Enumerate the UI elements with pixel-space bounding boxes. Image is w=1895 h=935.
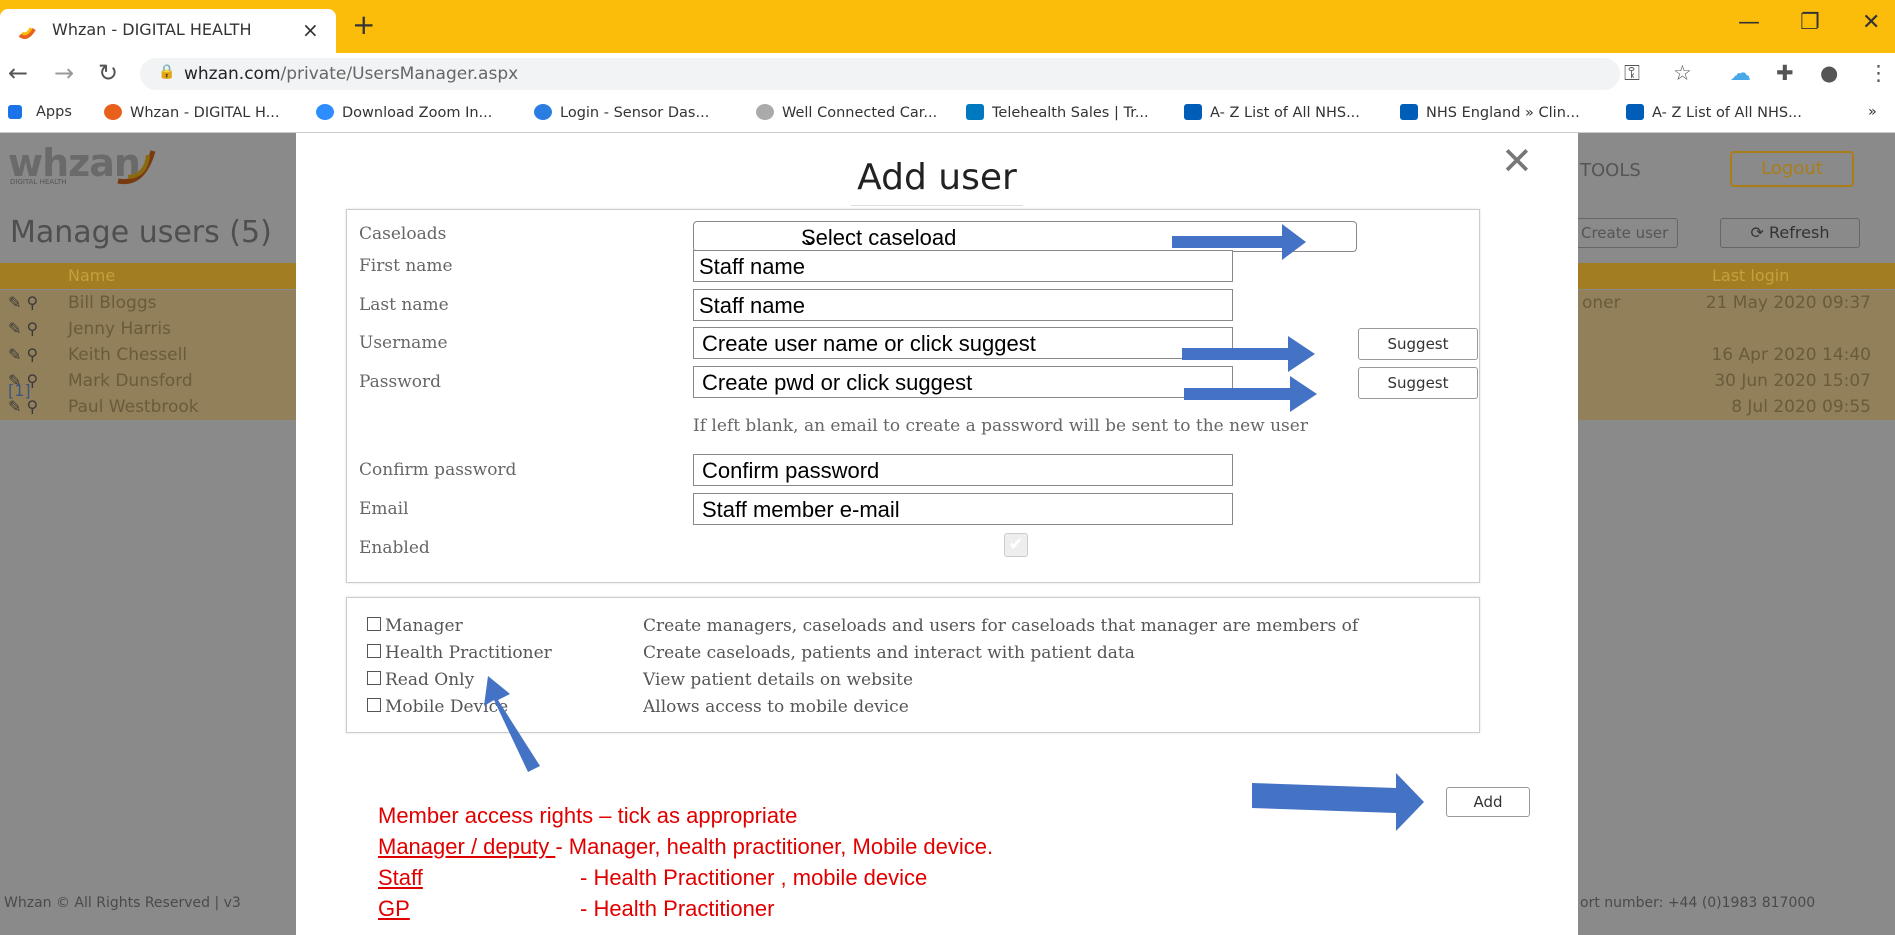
- arrow-to-username-suggest-icon: [1182, 336, 1315, 372]
- arrow-to-read-only-icon: [484, 676, 540, 772]
- arrow-to-add-icon: [1252, 773, 1424, 831]
- arrow-to-password-suggest-icon: [1184, 376, 1317, 412]
- arrow-to-caseload-icon: [1172, 224, 1306, 260]
- annotation-arrows: [484, 224, 1424, 831]
